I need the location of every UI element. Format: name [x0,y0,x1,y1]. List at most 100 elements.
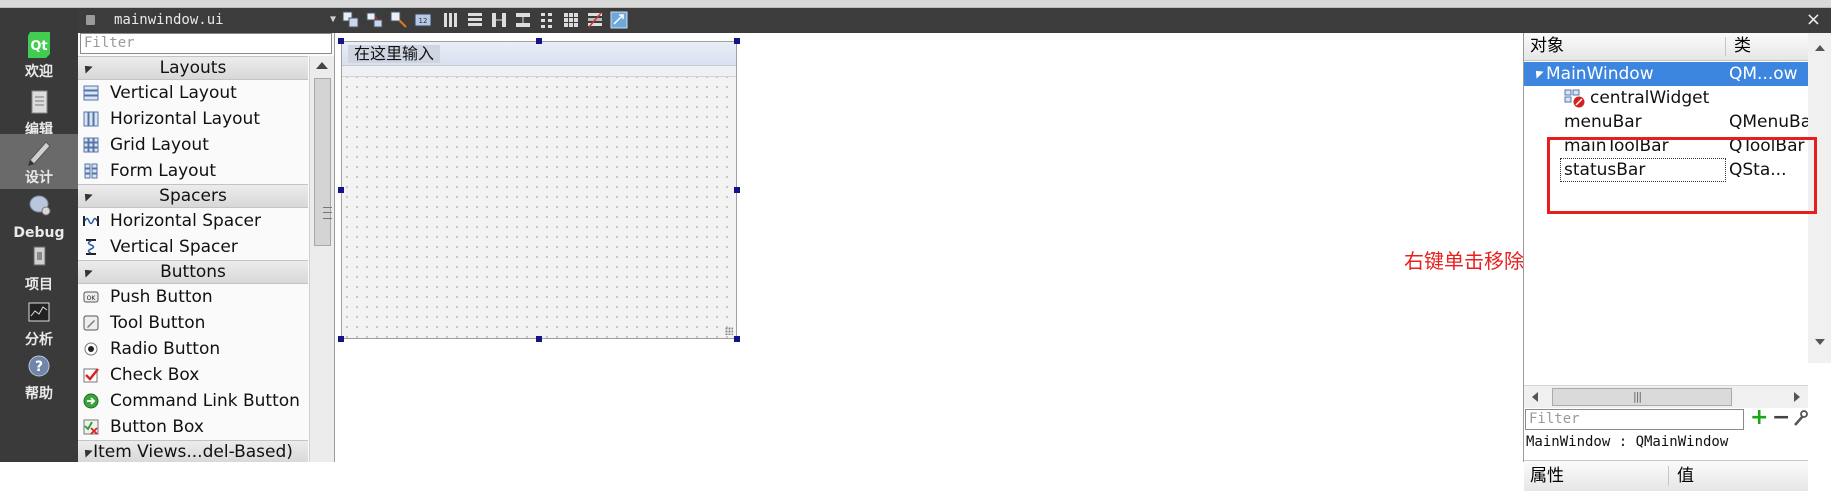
remove-dynamic-property-icon[interactable]: − [1772,407,1790,429]
layout-vertical-splitter-icon[interactable] [514,11,532,29]
mode-help[interactable]: ? 帮助 [0,350,78,405]
designer-toolbar: mainwindow.ui ▼ 12 × [78,8,1831,34]
open-file-combo[interactable]: mainwindow.ui ▼ [80,10,336,30]
mode-analyze[interactable]: 分析 [0,296,78,351]
category-buttons[interactable]: Buttons [78,260,308,284]
layout-form-icon[interactable] [538,11,556,29]
mode-edit[interactable]: 编辑 [0,86,78,141]
tree-row-menubar[interactable]: menuBar QMenuBar [1524,110,1808,134]
edit-widgets-icon[interactable] [342,11,360,29]
form-main-toolbar[interactable] [342,66,736,77]
mode-label: 分析 [25,332,53,348]
chevron-down-icon: ▼ [329,14,336,25]
widget-item-radio-button[interactable]: Radio Button [78,336,308,362]
file-icon [86,15,95,25]
mode-debug[interactable]: Debug [0,188,78,243]
widget-item-form-layout[interactable]: Form Layout [78,158,308,184]
mode-label: 设计 [25,170,53,186]
layout-horizontal-icon[interactable] [442,11,460,29]
widget-item-label: Vertical Spacer [110,237,238,257]
expand-arrow-icon[interactable] [1532,67,1544,79]
scroll-right-icon[interactable] [1794,392,1800,402]
tree-row-centralwidget[interactable]: centralWidget QWidget [1524,86,1808,110]
widget-item-label: Radio Button [110,339,221,359]
scroll-left-icon[interactable] [1532,392,1538,402]
edit-document-icon [31,90,48,114]
form-editor-area[interactable]: 在这里输入 右键单击移除 [335,33,1524,462]
resize-handle[interactable] [338,336,344,342]
widget-item-label: Check Box [110,365,200,385]
category-spacers[interactable]: Spacers [78,184,308,208]
edit-signals-icon[interactable] [366,11,384,29]
open-file-name: mainwindow.ui [114,12,224,28]
resize-handle[interactable] [734,336,740,342]
layout-horizontal-splitter-icon[interactable] [490,11,508,29]
property-object-class: MainWindow : QMainWindow [1526,434,1729,450]
tree-row-mainwindow[interactable]: MainWindow QM...ow [1524,62,1808,86]
size-grip-icon[interactable] [725,327,733,335]
collapse-arrow-icon [81,266,93,278]
object-class: QM...ow [1729,64,1798,84]
scroll-up-icon[interactable] [1815,45,1825,51]
resize-handle[interactable] [536,38,542,44]
horizontal-layout-icon [83,111,99,127]
category-title: Layouts [159,58,227,78]
column-header-object[interactable]: 对象 [1530,33,1564,60]
svg-text:12: 12 [419,17,428,25]
main-window-form[interactable]: 在这里输入 [341,41,737,339]
object-class: QMenuBar [1729,112,1808,132]
menu-type-here-placeholder[interactable]: 在这里输入 [348,45,441,63]
button-box-icon [83,419,99,435]
resize-handle[interactable] [338,187,344,193]
category-layouts[interactable]: Layouts [78,56,308,80]
scroll-down-icon[interactable] [1815,339,1825,345]
svg-text:?: ? [35,359,43,375]
widget-item-horizontal-spacer[interactable]: Horizontal Spacer [78,208,308,234]
widget-item-vertical-layout[interactable]: Vertical Layout [78,80,308,106]
add-dynamic-property-icon[interactable]: + [1750,407,1768,429]
widget-item-label: Command Link Button [110,391,300,411]
column-header-class[interactable]: 类 [1734,33,1751,60]
svg-text:OK: OK [87,295,97,302]
column-header-value[interactable]: 值 [1677,461,1694,491]
edit-buddies-icon[interactable] [390,11,408,29]
scroll-up-icon[interactable] [316,62,328,69]
mode-welcome[interactable]: Qt 欢迎 [0,28,78,83]
form-menu-bar[interactable]: 在这里输入 [342,42,736,66]
column-header-property[interactable]: 属性 [1530,461,1564,491]
widget-item-push-button[interactable]: OK Push Button [78,284,308,310]
widget-item-grid-layout[interactable]: Grid Layout [78,132,308,158]
configure-wrench-icon[interactable] [1792,409,1808,427]
widget-item-label: Grid Layout [110,135,209,155]
mode-project[interactable]: 项目 [0,241,78,296]
layout-vertical-icon[interactable] [466,11,484,29]
resize-handle[interactable] [338,38,344,44]
mode-label: 项目 [25,277,53,293]
object-inspector-header: 对象 类 [1524,33,1808,61]
mode-design[interactable]: 设计 [0,134,78,189]
widget-item-button-box[interactable]: Button Box [78,414,308,440]
widget-item-vertical-spacer[interactable]: Vertical Spacer [78,234,308,260]
break-layout-icon[interactable] [586,11,604,29]
widget-item-check-box[interactable]: Check Box [78,362,308,388]
widget-item-tool-button[interactable]: Tool Button [78,310,308,336]
widget-filter-input[interactable]: Filter [80,33,332,54]
scrollbar-thumb[interactable] [314,78,332,246]
widget-box-scrollbar[interactable] [309,56,334,462]
object-name: centralWidget [1590,88,1710,108]
widget-item-command-link-button[interactable]: Command Link Button [78,388,308,414]
layout-grid-icon[interactable] [562,11,580,29]
tool-button-icon [83,315,99,331]
scrollbar-thumb[interactable] [1552,388,1732,406]
command-link-icon [83,393,99,409]
resize-handle[interactable] [734,187,740,193]
property-filter-input[interactable]: Filter [1525,409,1744,430]
resize-handle[interactable] [536,336,542,342]
close-editor-icon[interactable]: × [1806,9,1821,31]
widget-item-label: Horizontal Layout [110,109,260,129]
category-item-views[interactable]: Item Views...del-Based) [78,440,308,462]
resize-handle[interactable] [734,38,740,44]
adjust-size-icon[interactable] [610,11,628,29]
widget-item-horizontal-layout[interactable]: Horizontal Layout [78,106,308,132]
edit-tab-order-icon[interactable]: 12 [414,11,432,29]
